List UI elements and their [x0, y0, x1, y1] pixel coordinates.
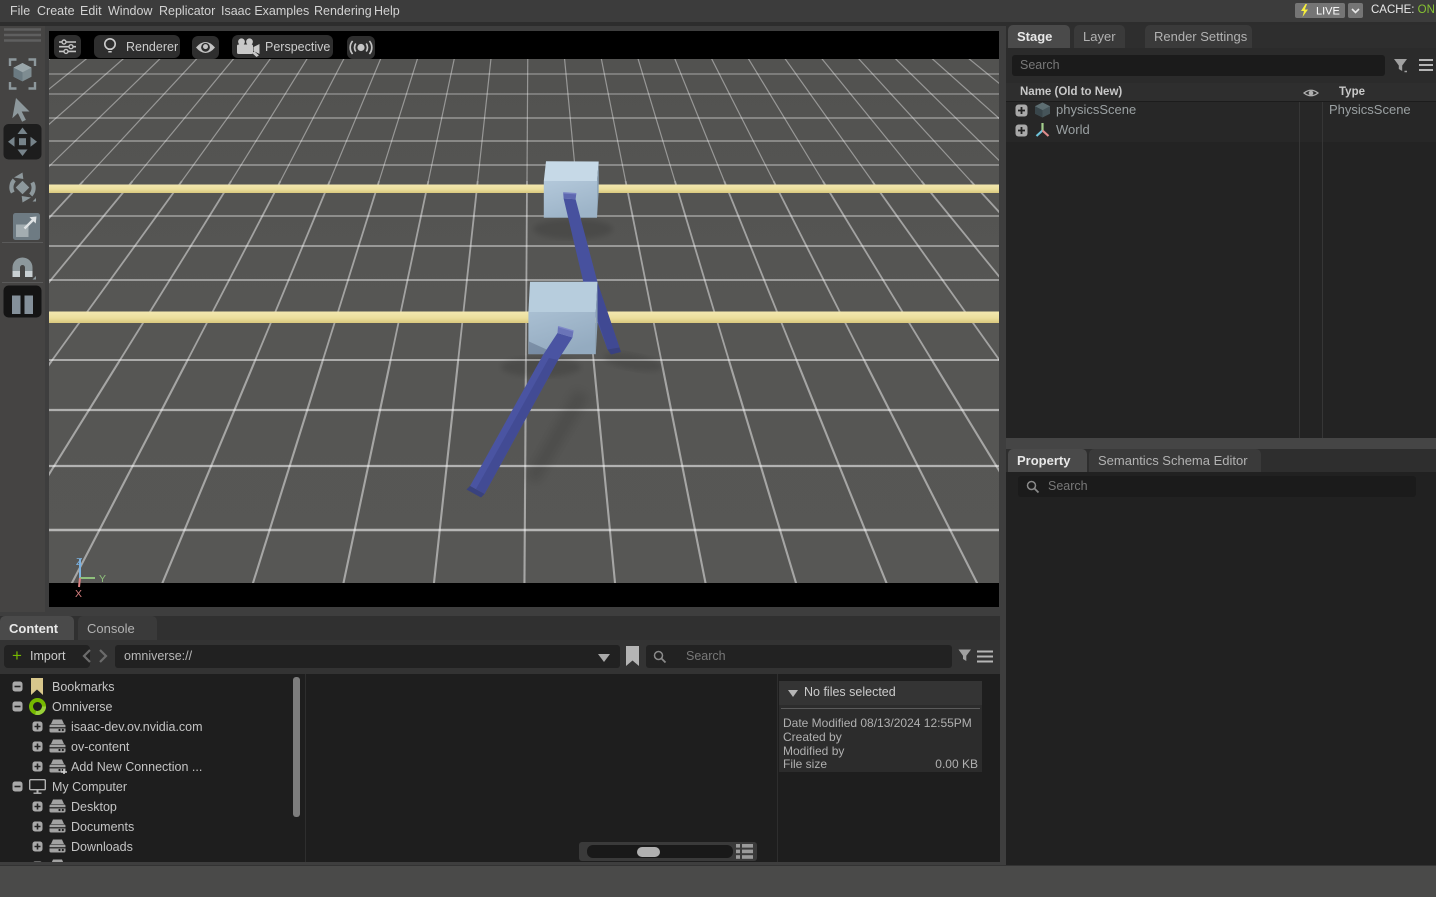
svg-text:X: X	[75, 588, 82, 600]
svg-text:Y: Y	[99, 573, 106, 585]
svg-text:Z: Z	[76, 556, 83, 568]
svg-text:LIVE: LIVE	[1316, 6, 1340, 18]
